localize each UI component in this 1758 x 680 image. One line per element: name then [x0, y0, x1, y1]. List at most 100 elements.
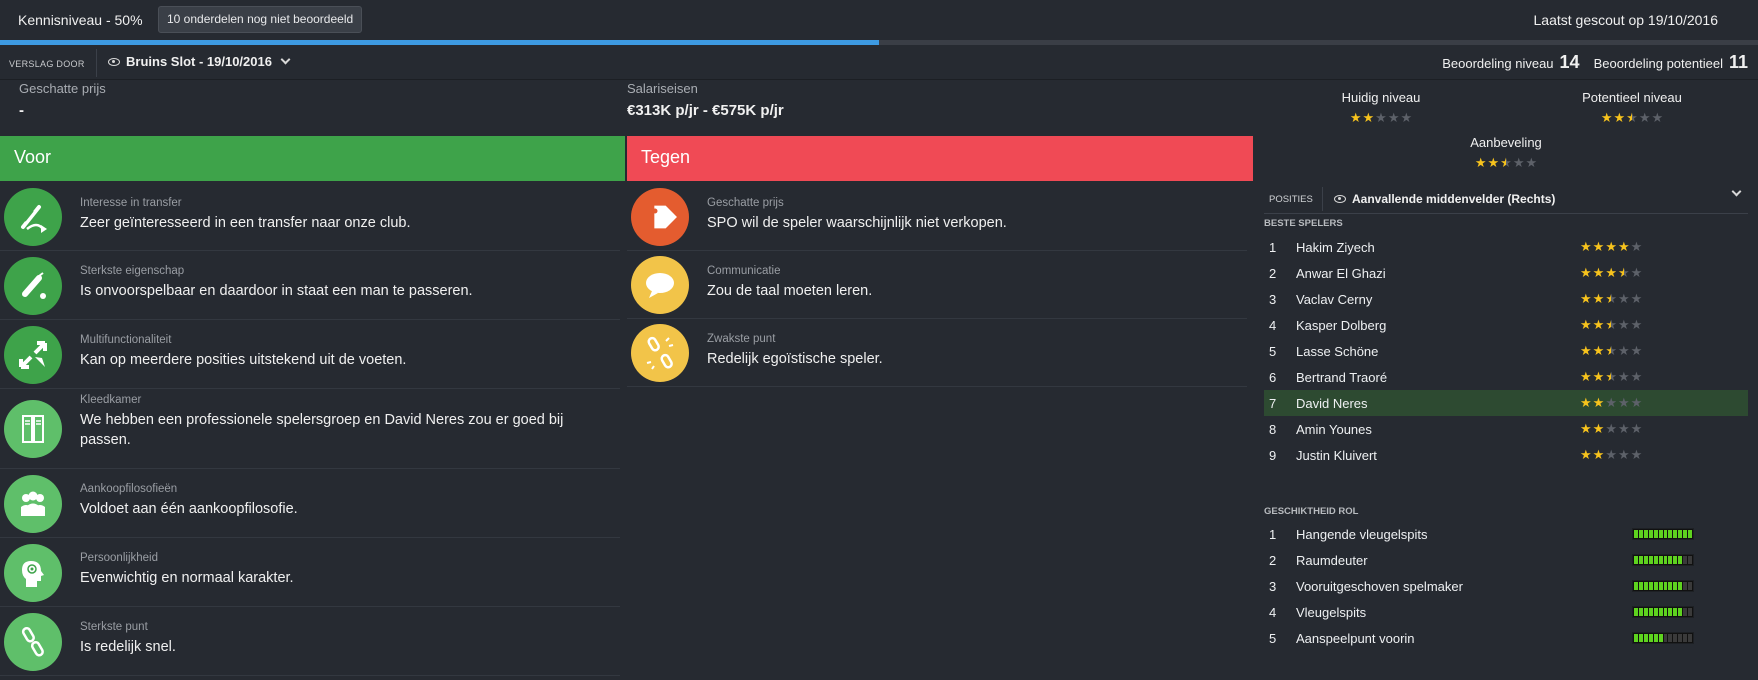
star-icon: ★	[1525, 155, 1538, 170]
pros-header: Voor	[0, 136, 625, 181]
cons-item: Communicatie Zou de taal moeten leren.	[627, 251, 1247, 319]
star-icon: ★	[1613, 110, 1626, 125]
chevron-down-icon	[280, 54, 291, 65]
player-row[interactable]: 6 Bertrand Traoré ★ ★ ★ ★ ★	[1264, 364, 1748, 390]
star-icon: ★	[1375, 110, 1387, 125]
position-selected: Aanvallende middenvelder (Rechts)	[1352, 192, 1556, 206]
star-icon: ★	[1605, 291, 1617, 306]
rating-level-label: Beoordeling niveau	[1442, 56, 1554, 71]
role-row: 1 Hangende vleugelspits	[1264, 521, 1748, 547]
player-stars: ★ ★ ★ ★ ★	[1580, 370, 1642, 383]
recommendation: Aanbeveling ★ ★ ★ ★ ★	[1406, 135, 1606, 169]
eye-icon	[108, 57, 120, 66]
star-icon: ★	[1605, 447, 1617, 462]
player-rank: 9	[1269, 448, 1277, 463]
star-icon: ★	[1487, 155, 1500, 170]
eye-icon	[1334, 195, 1346, 203]
pros-item: Kleedkamer We hebben een professionele sp…	[0, 389, 620, 469]
top-bar: Kennisniveau - 50% 10 onderdelen nog nie…	[0, 0, 1758, 40]
bar-segment	[1634, 530, 1638, 538]
scout-report-dropdown[interactable]: Bruins Slot - 19/10/2016	[108, 54, 291, 69]
bar-segment	[1638, 608, 1643, 616]
star-icon: ★	[1617, 395, 1630, 410]
pros-list: Interesse in transfer Zeer geïnteresseerd…	[0, 183, 620, 676]
star-icon: ★	[1617, 239, 1630, 254]
bar-segment	[1678, 582, 1683, 590]
star-icon: ★	[1592, 369, 1605, 384]
cons-item-value: Redelijk egoïstische speler.	[707, 351, 883, 367]
best-players-title: BESTE SPELERS	[1264, 218, 1343, 229]
rating-potential-label: Beoordeling potentieel	[1593, 56, 1723, 71]
player-stars: ★ ★ ★ ★ ★	[1580, 344, 1642, 357]
recommendation-label: Aanbeveling	[1470, 135, 1542, 150]
star-icon: ★	[1630, 265, 1643, 280]
cons-item-label: Communicatie	[707, 265, 781, 277]
role-suitability-bar	[1632, 580, 1694, 592]
rating-potential-value: 11	[1728, 52, 1748, 72]
player-stars: ★ ★ ★ ★ ★	[1580, 422, 1642, 435]
dribble-icon	[4, 256, 62, 315]
bar-segment	[1634, 582, 1638, 590]
star-icon: ★	[1580, 395, 1592, 410]
cons-list: Geschatte prijs SPO wil de speler waarsch…	[627, 183, 1247, 387]
star-icon: ★	[1600, 110, 1613, 125]
player-row[interactable]: 7 David Neres ★ ★ ★ ★ ★	[1264, 390, 1748, 416]
bar-segment	[1683, 556, 1688, 564]
estimated-price: Geschatte prijs -	[19, 81, 106, 136]
estimated-price-value: -	[19, 102, 24, 119]
bar-segment	[1648, 530, 1653, 538]
bar-segment	[1658, 556, 1663, 564]
broken-link-icon	[631, 324, 689, 382]
bar-segment	[1678, 634, 1683, 642]
position-dropdown[interactable]: Aanvallende middenvelder (Rechts)	[1334, 192, 1555, 206]
bar-segment	[1663, 634, 1668, 642]
potential-level-stars: ★ ★ ★ ★ ★	[1532, 111, 1732, 124]
star-icon: ★	[1651, 110, 1664, 125]
player-rank: 7	[1269, 396, 1277, 411]
star-icon: ★	[1617, 291, 1630, 306]
player-row[interactable]: 1 Hakim Ziyech ★ ★ ★ ★ ★	[1264, 234, 1748, 260]
cons-item-label: Zwakste punt	[707, 333, 776, 345]
pros-item: Aankoopfilosofieën Voldoet aan één aankoo…	[0, 469, 620, 538]
bar-segment	[1653, 634, 1658, 642]
bar-segment	[1688, 582, 1693, 590]
cons-item-label: Geschatte prijs	[707, 197, 784, 209]
star-icon: ★	[1592, 317, 1605, 332]
chevron-down-icon[interactable]	[1731, 186, 1742, 197]
role-name: Vleugelspits	[1296, 605, 1367, 620]
estimated-price-label: Geschatte prijs	[19, 81, 106, 96]
role-suitability-title: GESCHIKTHEID ROL	[1264, 506, 1359, 517]
player-row[interactable]: 9 Justin Kluivert ★ ★ ★ ★ ★	[1264, 442, 1748, 468]
bar-segment	[1638, 634, 1643, 642]
player-name: Lasse Schöne	[1296, 344, 1379, 359]
player-stars: ★ ★ ★ ★ ★	[1580, 266, 1642, 279]
star-icon: ★	[1474, 155, 1487, 170]
role-suitability-bar	[1632, 632, 1694, 644]
head-icon	[4, 543, 62, 602]
pros-item: Multifunctionaliteit Kan op meerdere posi…	[0, 320, 620, 389]
bar-segment	[1648, 582, 1653, 590]
bar-segment	[1634, 634, 1638, 642]
player-name: Justin Kluivert	[1296, 448, 1377, 463]
role-rank: 3	[1269, 579, 1277, 594]
bar-segment	[1683, 608, 1688, 616]
pros-item-value: Is onvoorspelbaar en daardoor in staat e…	[80, 283, 473, 299]
bar-segment	[1653, 582, 1658, 590]
pros-item: Sterkste eigenschap Is onvoorspelbaar en …	[0, 251, 620, 320]
bar-segment	[1688, 634, 1693, 642]
role-name: Aanspeelpunt voorin	[1296, 631, 1415, 646]
rating-level-value: 14	[1559, 52, 1580, 72]
star-icon: ★	[1630, 447, 1643, 462]
unrated-items-button[interactable]: 10 onderdelen nog niet beoordeeld	[158, 6, 363, 33]
bar-segment	[1663, 582, 1668, 590]
bar-segment	[1653, 530, 1658, 538]
player-row[interactable]: 3 Vaclav Cerny ★ ★ ★ ★ ★	[1264, 286, 1748, 312]
pros-item-label: Kleedkamer	[80, 394, 142, 406]
player-row[interactable]: 2 Anwar El Ghazi ★ ★ ★ ★ ★	[1264, 260, 1748, 286]
role-suitability-bar	[1632, 606, 1694, 618]
star-icon: ★	[1512, 155, 1525, 170]
group-icon	[4, 474, 62, 533]
player-row[interactable]: 8 Amin Younes ★ ★ ★ ★ ★	[1264, 416, 1748, 442]
player-row[interactable]: 5 Lasse Schöne ★ ★ ★ ★ ★	[1264, 338, 1748, 364]
player-row[interactable]: 4 Kasper Dolberg ★ ★ ★ ★ ★	[1264, 312, 1748, 338]
